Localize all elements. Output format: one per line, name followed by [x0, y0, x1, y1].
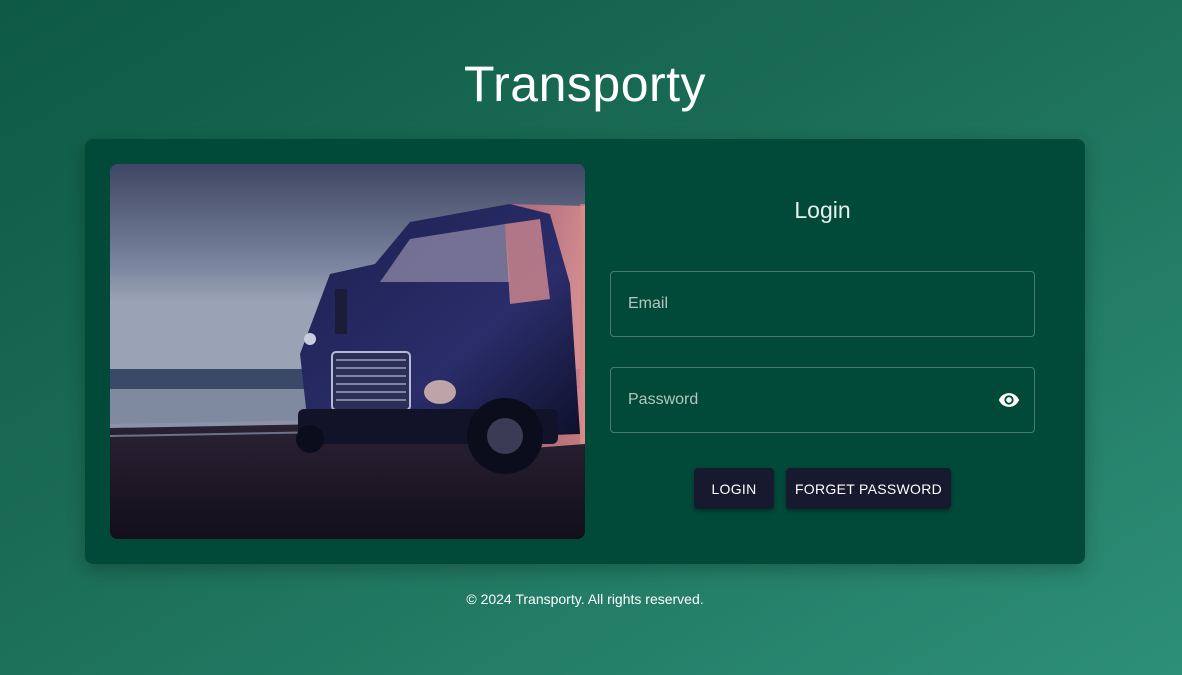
email-field-container — [610, 271, 1035, 337]
login-button[interactable]: LOGIN — [694, 468, 774, 509]
password-field-container — [610, 367, 1035, 433]
forget-password-button[interactable]: FORGET PASSWORD — [786, 468, 951, 509]
email-field[interactable] — [611, 272, 1034, 336]
login-heading: Login — [794, 197, 851, 223]
password-field[interactable] — [611, 368, 1034, 432]
app-title: Transporty — [463, 56, 707, 112]
eye-icon[interactable] — [996, 389, 1022, 411]
truck-illustration — [110, 164, 585, 539]
hero-image — [110, 164, 585, 539]
footer-copyright: © 2024 Transporty. All rights reserved. — [466, 591, 704, 607]
login-card: Login LOGIN FORGET PASSWORD — [85, 139, 1085, 564]
